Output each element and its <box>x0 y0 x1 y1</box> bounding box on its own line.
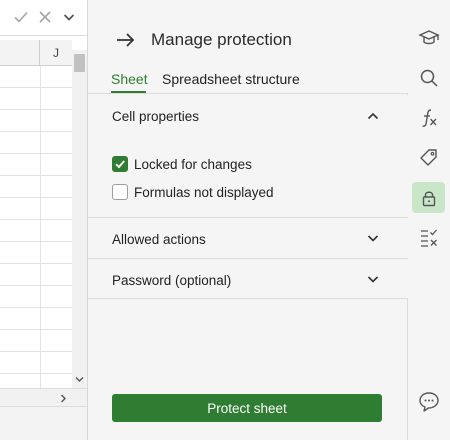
protect-sheet-button[interactable]: Protect sheet <box>112 394 382 422</box>
chevron-down-icon[interactable] <box>60 8 78 26</box>
check-icon[interactable] <box>12 8 30 26</box>
lock-icon[interactable] <box>412 182 445 213</box>
chevron-down-icon[interactable] <box>366 272 380 286</box>
section-title[interactable]: Allowed actions <box>112 232 206 247</box>
table-row[interactable] <box>0 286 72 308</box>
graduation-cap-icon[interactable] <box>412 22 445 53</box>
table-row[interactable] <box>0 110 72 132</box>
table-row[interactable] <box>0 88 72 110</box>
table-row[interactable] <box>0 154 72 176</box>
spreadsheet-area: J <box>0 0 88 440</box>
chevron-down-icon[interactable] <box>366 231 380 245</box>
scroll-right-icon[interactable] <box>56 391 70 405</box>
cell-properties-section: Cell properties Locked for changes Formu… <box>88 95 408 218</box>
column-header[interactable] <box>0 40 40 66</box>
cell-grid[interactable] <box>0 66 72 388</box>
active-tab-indicator <box>111 91 146 93</box>
formula-bar <box>0 0 87 36</box>
table-row[interactable] <box>0 330 72 352</box>
checkbox-label: Formulas not displayed <box>134 184 274 200</box>
table-row[interactable] <box>0 176 72 198</box>
vertical-scrollbar[interactable] <box>72 50 87 388</box>
formulas-not-displayed-option[interactable]: Formulas not displayed <box>112 183 274 201</box>
chevron-up-icon[interactable] <box>366 109 380 123</box>
password-section[interactable]: Password (optional) <box>88 259 408 299</box>
section-title[interactable]: Password (optional) <box>112 273 231 288</box>
function-icon[interactable] <box>412 102 445 133</box>
table-row[interactable] <box>0 198 72 220</box>
scrollbar-thumb[interactable] <box>74 54 85 72</box>
chat-icon[interactable] <box>412 386 445 417</box>
arrow-right-icon[interactable] <box>114 28 138 52</box>
section-title[interactable]: Cell properties <box>112 109 199 124</box>
page-title: Manage protection <box>151 30 292 49</box>
tab-spreadsheet-structure[interactable]: Spreadsheet structure <box>162 71 300 87</box>
checkbox-label: Locked for changes <box>134 156 252 172</box>
close-icon[interactable] <box>36 8 54 26</box>
manage-protection-panel: Manage protection Sheet Spreadsheet stru… <box>88 0 408 440</box>
sheet-footer <box>0 406 87 440</box>
table-row[interactable] <box>0 308 72 330</box>
checklist-icon[interactable] <box>412 222 445 253</box>
table-row[interactable] <box>0 66 72 88</box>
column-header-row: J <box>0 40 72 66</box>
tool-rail <box>408 0 450 440</box>
horizontal-scrollbar[interactable] <box>0 388 87 406</box>
search-icon[interactable] <box>412 62 445 93</box>
panel-header: Manage protection Sheet Spreadsheet stru… <box>88 0 408 94</box>
table-row[interactable] <box>0 242 72 264</box>
tab-sheet[interactable]: Sheet <box>111 71 148 87</box>
table-row[interactable] <box>0 132 72 154</box>
checkbox-formulas-hidden[interactable] <box>112 184 128 200</box>
tag-icon[interactable] <box>412 142 445 173</box>
scroll-down-icon[interactable] <box>72 372 87 386</box>
checkbox-locked[interactable] <box>112 156 128 172</box>
locked-for-changes-option[interactable]: Locked for changes <box>112 155 252 173</box>
column-header-j[interactable]: J <box>40 40 72 66</box>
table-row[interactable] <box>0 264 72 286</box>
allowed-actions-section[interactable]: Allowed actions <box>88 218 408 259</box>
table-row[interactable] <box>0 220 72 242</box>
table-row[interactable] <box>0 352 72 374</box>
